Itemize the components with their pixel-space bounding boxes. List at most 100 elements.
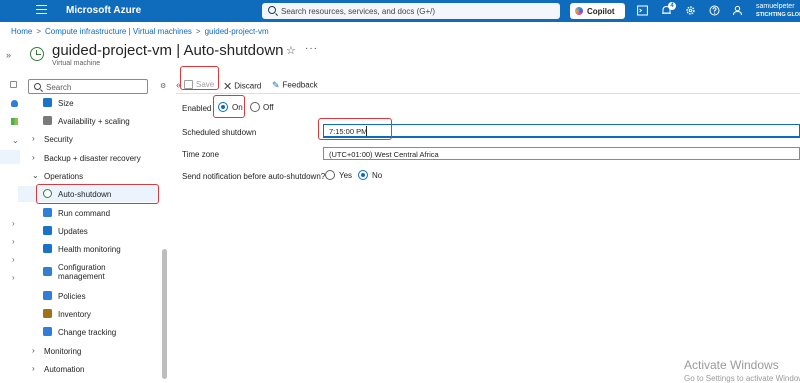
copilot-label: Copilot	[587, 7, 615, 16]
time-zone-label: Time zone	[182, 150, 220, 159]
help-icon[interactable]	[708, 5, 720, 17]
change-tracking-icon	[43, 327, 52, 336]
more-icon[interactable]: ···	[305, 43, 318, 54]
command-bar-divider	[176, 93, 800, 94]
scheduled-shutdown-input[interactable]: 7:15:00 PM	[323, 124, 800, 138]
menu-item-updates[interactable]: Updates	[18, 223, 158, 239]
copilot-icon	[575, 7, 583, 15]
breadcrumb-separator: >	[36, 27, 42, 36]
enabled-off-radio[interactable]	[250, 102, 260, 112]
notification-count-badge: 4	[668, 2, 676, 10]
notification-label: Send notification before auto-shutdown?	[182, 172, 326, 181]
menu-search-placeholder: Search	[46, 83, 72, 92]
availability-icon	[43, 116, 52, 125]
chevron-right-icon[interactable]: ›	[12, 273, 15, 282]
page-subtitle: Virtual machine	[52, 60, 101, 67]
grid-icon[interactable]	[11, 118, 18, 125]
menu-item-label: Size	[58, 99, 74, 108]
page-title: guided-project-vm | Auto-shutdown	[52, 42, 284, 59]
discard-button[interactable]: ✕ Discard	[223, 80, 261, 93]
updates-icon	[43, 226, 52, 235]
global-search-input[interactable]: Search resources, services, and docs (G+…	[262, 3, 560, 19]
account-menu[interactable]: samuelpeter STICHTING GLOB	[756, 3, 800, 19]
clock-icon	[30, 47, 44, 61]
menu-options-icon[interactable]: ⚙	[160, 82, 166, 90]
search-icon	[34, 83, 41, 90]
chevron-right-icon[interactable]: ›	[12, 237, 15, 246]
feedback-button[interactable]: ✎ Feedback	[272, 80, 318, 91]
collapsed-item-icon[interactable]	[10, 81, 17, 88]
copilot-button[interactable]: Copilot	[570, 3, 625, 19]
notify-no-radio[interactable]	[358, 170, 368, 180]
discard-label: Discard	[234, 81, 262, 91]
menu-item-change-tracking[interactable]: Change tracking	[18, 324, 158, 340]
expand-sidebar-icon[interactable]: »	[6, 50, 11, 60]
chevron-right-icon: ›	[32, 346, 35, 355]
menu-item-automation[interactable]: › Automation	[18, 361, 158, 377]
menu-item-label: Automation	[44, 365, 85, 374]
star-icon[interactable]: ☆	[286, 44, 296, 57]
menu-item-operations[interactable]: ⌄ Operations	[18, 168, 158, 184]
menu-search-input[interactable]: Search	[28, 79, 148, 94]
inventory-icon	[43, 309, 52, 318]
chevron-right-icon[interactable]: ›	[12, 255, 15, 264]
enabled-off-label[interactable]: Off	[263, 103, 274, 112]
health-icon	[43, 244, 52, 253]
chevron-right-icon: ›	[32, 364, 35, 373]
breadcrumb-virtual-machines[interactable]: Compute infrastructure | Virtual machine…	[45, 27, 192, 36]
time-zone-select[interactable]: (UTC+01:00) West Central Africa	[323, 147, 800, 160]
feedback-icon: ✎	[272, 80, 280, 90]
account-name: samuelpeter	[756, 3, 795, 10]
person-feedback-icon[interactable]	[731, 5, 743, 17]
scheduled-shutdown-label: Scheduled shutdown	[182, 128, 257, 137]
menu-item-label: Backup + disaster recovery	[44, 154, 141, 163]
menu-item-run-command[interactable]: Run command	[18, 205, 158, 221]
enabled-label: Enabled	[182, 104, 212, 113]
activate-windows-title: Activate Windows	[684, 358, 779, 372]
notify-no-label[interactable]: No	[372, 171, 382, 180]
cloud-icon[interactable]	[11, 100, 18, 107]
menu-item-label: Security	[44, 135, 73, 144]
policies-icon	[43, 291, 52, 300]
breadcrumb-home[interactable]: Home	[11, 27, 32, 36]
account-org: STICHTING GLOB	[756, 12, 800, 18]
strip-selected-item[interactable]	[0, 150, 20, 164]
brand-name[interactable]: Microsoft Azure	[66, 5, 141, 16]
cloud-shell-icon[interactable]	[636, 5, 648, 17]
activate-windows-subtitle: Go to Settings to activate Windows.	[684, 374, 800, 383]
chevron-right-icon[interactable]: ›	[12, 219, 15, 228]
search-placeholder: Search resources, services, and docs (G+…	[281, 7, 436, 16]
gear-icon[interactable]	[684, 5, 696, 17]
menu-scrollbar-thumb[interactable]	[162, 249, 167, 379]
menu-item-size[interactable]: Size	[18, 95, 158, 111]
notify-yes-radio[interactable]	[325, 170, 335, 180]
time-zone-value: (UTC+01:00) West Central Africa	[329, 150, 439, 159]
menu-item-availability-scaling[interactable]: Availability + scaling	[18, 113, 158, 129]
close-icon: ✕	[223, 81, 233, 93]
save-highlight-box	[180, 66, 219, 90]
menu-item-configuration-management[interactable]: Configuration management	[18, 263, 158, 281]
menu-item-label: Operations	[44, 172, 84, 181]
configuration-icon	[43, 267, 52, 276]
menu-item-label: Monitoring	[44, 347, 82, 356]
search-icon	[268, 6, 276, 14]
menu-item-security[interactable]: › Security	[18, 131, 158, 147]
menu-item-backup-disaster-recovery[interactable]: › Backup + disaster recovery	[18, 150, 158, 166]
feedback-label: Feedback	[282, 80, 318, 90]
notify-yes-label[interactable]: Yes	[339, 171, 352, 180]
menu-item-health-monitoring[interactable]: Health monitoring	[18, 241, 158, 257]
hamburger-icon[interactable]	[36, 5, 47, 16]
menu-item-label: Run command	[58, 209, 111, 218]
chevron-right-icon: ›	[32, 153, 35, 162]
breadcrumb-vm[interactable]: guided-project-vm	[205, 27, 269, 36]
breadcrumb-separator: >	[195, 27, 201, 36]
chevron-right-icon: ›	[32, 134, 35, 143]
menu-item-inventory[interactable]: Inventory	[18, 306, 158, 322]
breadcrumb: Home > Compute infrastructure | Virtual ma…	[11, 27, 269, 36]
menu-item-label: Policies	[58, 292, 86, 301]
menu-item-policies[interactable]: Policies	[18, 288, 158, 304]
chevron-down-icon: ⌄	[32, 171, 39, 180]
menu-item-monitoring[interactable]: › Monitoring	[18, 343, 158, 359]
scheduled-highlight-box	[318, 118, 392, 140]
menu-item-label: Inventory	[58, 310, 91, 319]
